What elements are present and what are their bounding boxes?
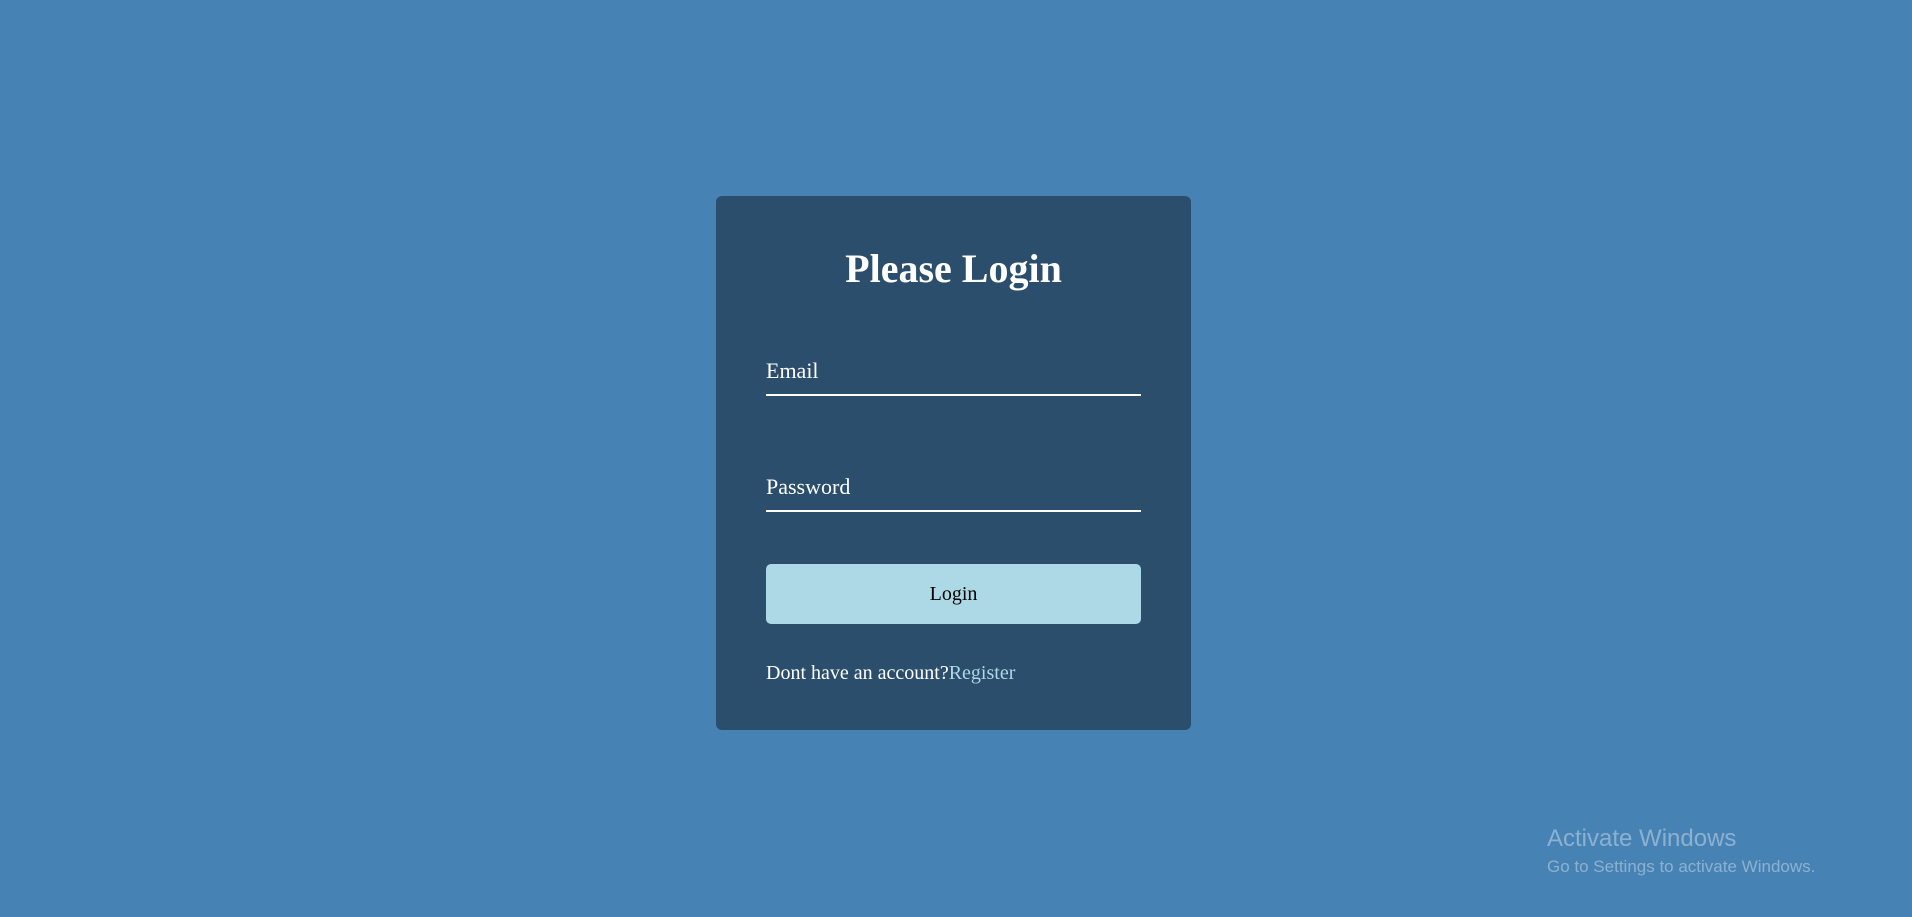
login-card: Please Login Login Dont have an account?… — [716, 196, 1191, 730]
email-field — [766, 348, 1141, 396]
activate-windows-subtitle: Go to Settings to activate Windows. — [1547, 857, 1816, 876]
login-title: Please Login — [845, 246, 1062, 291]
activate-windows-watermark: Activate Windows Go to Settings to activ… — [1547, 824, 1815, 878]
activate-windows-title: Activate Windows — [1547, 825, 1737, 852]
password-input[interactable] — [766, 464, 1141, 510]
register-link[interactable]: Register — [949, 662, 1016, 684]
password-field — [766, 464, 1141, 512]
register-prompt: Dont have an account?Register — [766, 661, 1015, 685]
login-button[interactable]: Login — [766, 564, 1141, 624]
email-input[interactable] — [766, 348, 1141, 394]
register-prompt-text: Dont have an account? — [766, 662, 949, 684]
